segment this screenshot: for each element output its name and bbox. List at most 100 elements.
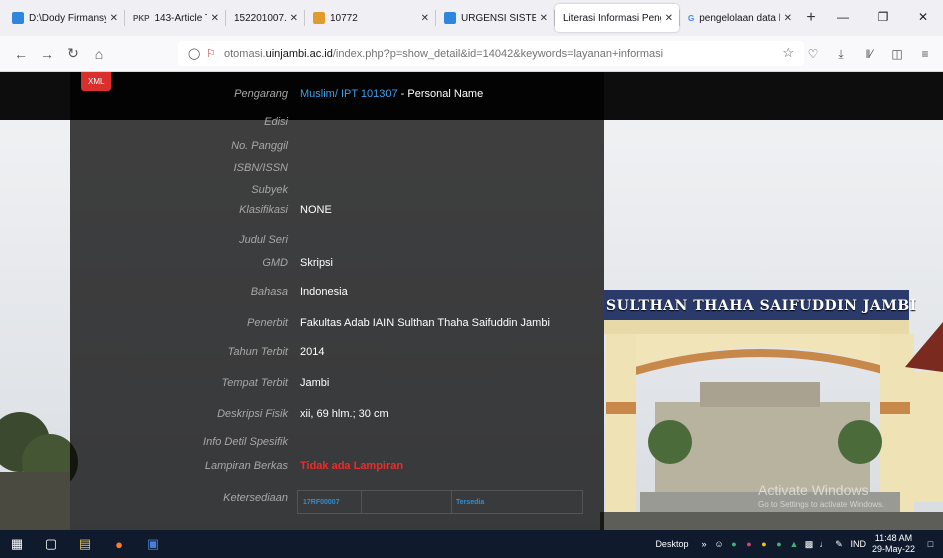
app-tray-icon[interactable]: ●: [757, 539, 770, 549]
windows-taskbar: ▦ ▢ ▤ ● ▣ Desktop » ☺ ● ● ● ● ▲ ▩ ♩ ✎ IN…: [0, 530, 943, 558]
detail-row: Judul Seri: [70, 232, 604, 250]
field-value: Fakultas Adab IAIN Sulthan Thaha Saifudd…: [300, 317, 550, 329]
download-icon[interactable]: ⤓: [827, 41, 855, 67]
app-tray-icon[interactable]: ●: [742, 539, 755, 549]
shield-icon[interactable]: ◯: [188, 47, 202, 60]
browser-tab[interactable]: Literasi Informasi Penge ✕: [555, 4, 679, 32]
menu-icon[interactable]: ≡: [911, 41, 939, 67]
field-label: GMD: [262, 257, 288, 269]
task-view-icon[interactable]: ▢: [34, 530, 68, 558]
tab-close-icon[interactable]: ✕: [110, 13, 118, 24]
tab-close-icon[interactable]: ✕: [290, 13, 298, 24]
item-status: Tersedia: [456, 498, 485, 506]
desktop-toolbar[interactable]: Desktop: [655, 539, 688, 549]
tab-close-icon[interactable]: ✕: [784, 13, 792, 24]
detail-row: Info Detil Spesifik: [70, 434, 604, 452]
field-label: Lampiran Berkas: [204, 460, 288, 472]
gate-sign-text: SULTHAN THAHA SAIFUDDIN JAMBI: [606, 298, 917, 314]
forward-icon[interactable]: →: [34, 41, 60, 67]
file-explorer-icon[interactable]: ▤: [68, 530, 102, 558]
activation-watermark: Activate Windows Go to Settings to activ…: [758, 482, 885, 509]
back-icon[interactable]: ←: [8, 41, 34, 67]
tab-close-icon[interactable]: ✕: [540, 13, 548, 24]
drive-icon[interactable]: ▲: [787, 539, 800, 549]
field-label: Tempat Terbit: [221, 377, 288, 389]
sidebar-icon[interactable]: ◫: [883, 41, 911, 67]
field-value: NONE: [300, 204, 332, 216]
field-value: Skripsi: [300, 257, 334, 269]
pocket-icon[interactable]: ♡: [799, 41, 827, 67]
field-label: Info Detil Spesifik: [203, 436, 288, 448]
detail-row: Edisi: [70, 114, 604, 132]
field-label: Tahun Terbit: [227, 346, 288, 358]
close-icon[interactable]: ✕: [903, 0, 943, 34]
page-content: XML SULTHAN THAHA SAIFUDDIN JAMBI Pengar…: [0, 72, 943, 530]
field-label: Subyek: [251, 184, 288, 196]
author-type: - Personal Name: [397, 88, 484, 100]
tab-title: 152201007.pdf: [234, 12, 286, 24]
file-icon: [12, 12, 24, 24]
tab-close-icon[interactable]: ✕: [421, 13, 429, 24]
field-label: No. Panggil: [231, 140, 288, 152]
availability-table: 17RF00007 Tersedia: [297, 490, 583, 514]
google-icon: G: [688, 13, 695, 23]
app-tray-icon[interactable]: ●: [727, 539, 740, 549]
bookmark-star-icon[interactable]: ☆: [782, 45, 794, 61]
tab-title: D:\Dody Firmansyah: [29, 12, 106, 24]
network-icon[interactable]: ▩: [802, 539, 815, 550]
firefox-icon[interactable]: ●: [102, 530, 136, 558]
minimize-icon[interactable]: —: [823, 0, 863, 34]
browser-tab[interactable]: Gpengelolaan data b ✕: [680, 4, 798, 32]
chevron-icon[interactable]: »: [697, 539, 710, 549]
uin-icon: [313, 12, 325, 24]
file-icon: [444, 12, 456, 24]
field-label: Penerbit: [247, 317, 288, 329]
maximize-icon[interactable]: ❐: [863, 0, 903, 34]
browser-tab[interactable]: D:\Dody Firmansyah ✕: [4, 4, 124, 32]
field-value[interactable]: Muslim/ IPT 101307 - Personal Name: [300, 88, 483, 100]
url-bar[interactable]: ◯ ⚐ otomasi.uinjambi.ac.id/index.php?p=s…: [178, 41, 804, 66]
detail-row: Klasifikasi NONE: [70, 202, 604, 220]
insecure-lock-icon[interactable]: ⚐: [206, 47, 220, 60]
new-tab-button[interactable]: +: [798, 4, 824, 32]
pen-icon[interactable]: ✎: [832, 539, 845, 550]
field-label: Deskripsi Fisik: [217, 408, 288, 420]
field-value: Jambi: [300, 377, 330, 389]
field-label: Bahasa: [250, 286, 288, 298]
pdf-icon: PKP: [133, 13, 150, 23]
url-text[interactable]: otomasi.uinjambi.ac.id/index.php?p=show_…: [224, 48, 663, 60]
detail-row: Pengarang Muslim/ IPT 101307 - Personal N…: [70, 86, 604, 104]
detail-row: Penerbit Fakultas Adab IAIN Sulthan Thaha…: [70, 315, 604, 333]
browser-tab[interactable]: URGENSI SISTEM AL ✕: [436, 4, 554, 32]
clock[interactable]: 11:48 AM 29-May-22: [872, 533, 915, 555]
detail-row: ISBN/ISSN: [70, 160, 604, 178]
browser-tab[interactable]: 152201007.pdf ✕: [226, 4, 304, 32]
windows-start-icon[interactable]: ▦: [0, 530, 34, 558]
tab-close-icon[interactable]: ✕: [665, 13, 673, 24]
detail-row: Lampiran Berkas Tidak ada Lampiran: [70, 458, 604, 476]
tab-close-icon[interactable]: ✕: [211, 13, 219, 24]
volume-icon[interactable]: ♩: [817, 539, 830, 549]
tab-title: pengelolaan data b: [699, 12, 780, 24]
toolbar-right: ♡ ⤓ ‖⁄ ◫ ≡: [799, 41, 939, 67]
browser-tab[interactable]: PKP 143-Article Text-304 ✕: [125, 4, 225, 32]
field-value: 2014: [300, 346, 325, 358]
app-tray-icon[interactable]: ●: [772, 539, 785, 549]
navigation-bar: ← → ↻ ⌂ ◯ ⚐ otomasi.uinjambi.ac.id/index…: [0, 36, 943, 72]
detail-row: Bahasa Indonesia: [70, 284, 604, 302]
reload-icon[interactable]: ↻: [60, 41, 86, 67]
word-icon[interactable]: ▣: [136, 530, 170, 558]
library-icon[interactable]: ‖⁄: [855, 41, 883, 67]
field-label: Judul Seri: [239, 234, 288, 246]
item-code[interactable]: 17RF00007: [298, 491, 362, 513]
detail-row: Deskripsi Fisik xii, 69 hlm.; 30 cm: [70, 406, 604, 424]
people-icon[interactable]: ☺: [712, 539, 725, 549]
browser-tab[interactable]: 10772 ✕: [305, 4, 435, 32]
window-controls: — ❐ ✕: [823, 0, 943, 34]
field-label: ISBN/ISSN: [233, 162, 288, 174]
language-indicator[interactable]: IND: [850, 539, 866, 549]
notification-icon[interactable]: □: [924, 539, 937, 549]
field-label: Klasifikasi: [239, 204, 288, 216]
author-link[interactable]: Muslim/ IPT 101307: [300, 88, 398, 100]
home-icon[interactable]: ⌂: [86, 41, 112, 67]
